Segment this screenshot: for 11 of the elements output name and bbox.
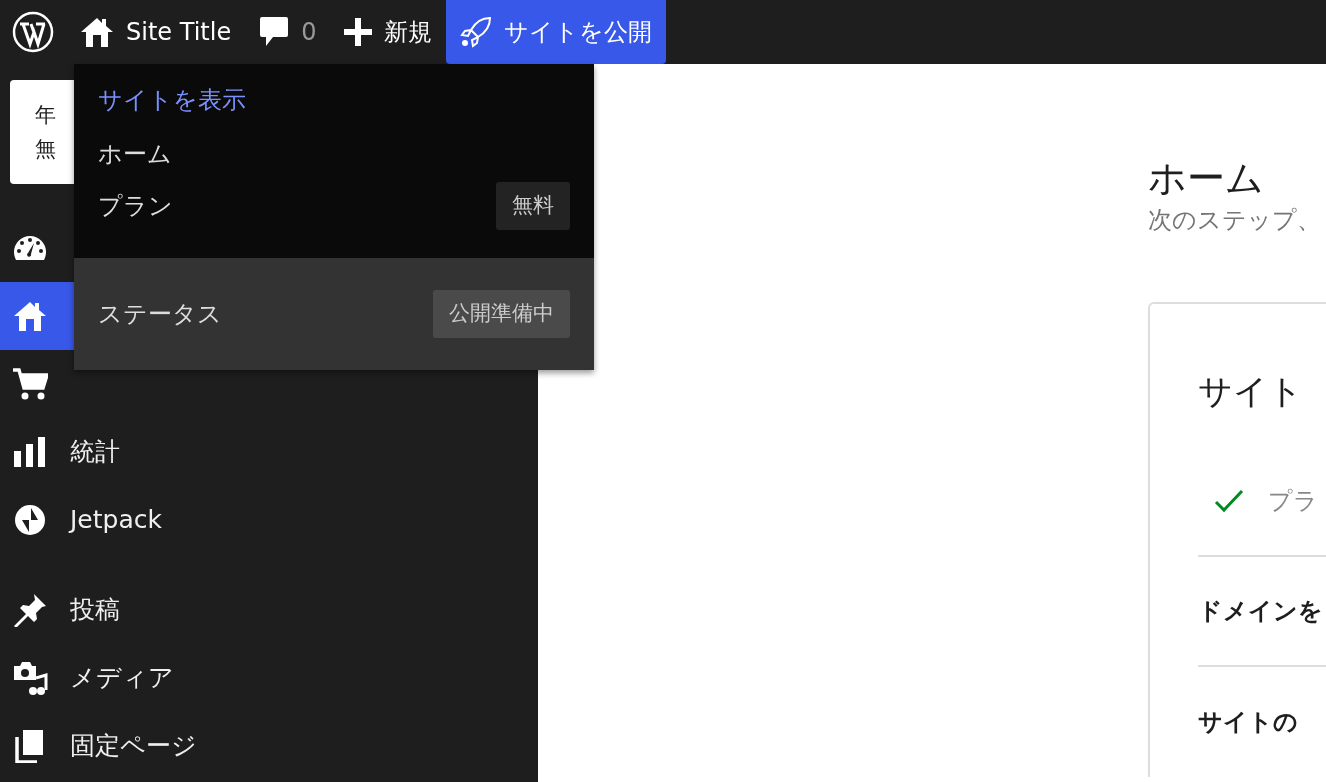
page-subtitle: 次のステップ、 [1148, 204, 1322, 236]
comment-count: 0 [301, 17, 317, 48]
status-label: ステータス [98, 299, 222, 330]
card-title: サイト [1198, 369, 1304, 413]
status-badge: 公開準備中 [433, 290, 570, 338]
page-title: ホーム [1148, 156, 1265, 202]
notice-text: 無 [35, 136, 57, 163]
notice-text: 年 [35, 102, 57, 129]
new-label: 新規 [384, 17, 433, 48]
site-title: Site Title [126, 17, 232, 48]
plan-badge: 無料 [496, 182, 570, 230]
